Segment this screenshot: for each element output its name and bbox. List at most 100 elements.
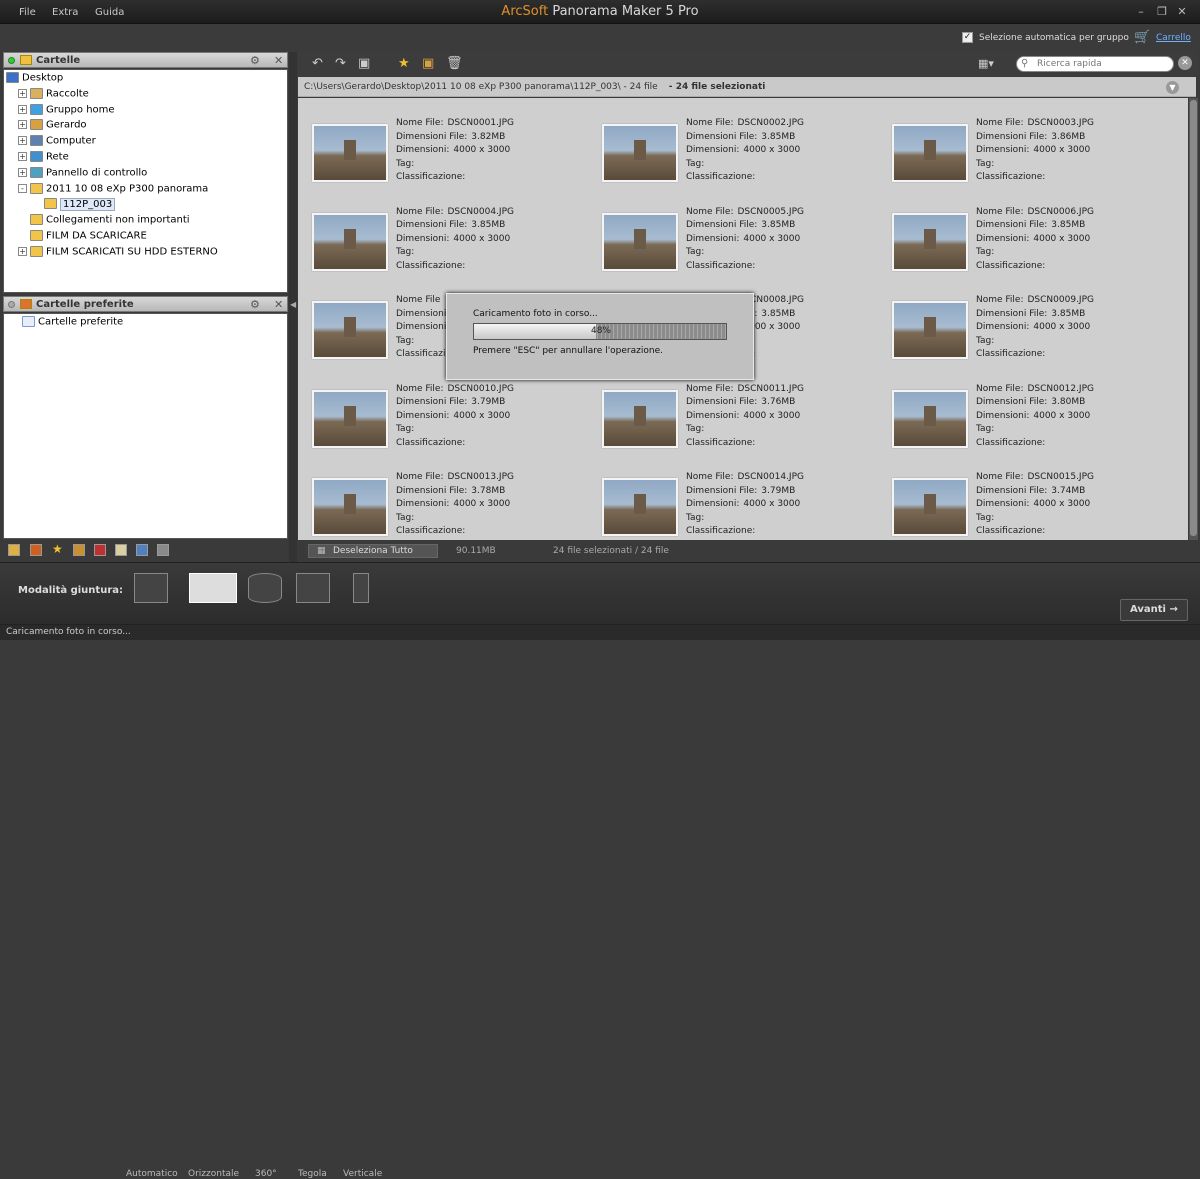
close-panel-icon[interactable]: ✕ <box>274 298 283 311</box>
flag-icon[interactable] <box>94 544 106 556</box>
file-card[interactable]: Nome File: DSCN0004.JPG Dimensioni File: 3.… <box>298 195 583 279</box>
file-card[interactable]: Nome File: DSCN0013.JPG Dimensioni File: 3.… <box>298 460 583 540</box>
clear-search-icon[interactable]: ✕ <box>1178 56 1192 70</box>
close-panel-icon[interactable]: ✕ <box>274 54 283 67</box>
file-card[interactable]: Nome File: DSCN0006.JPG Dimensioni File: 3.… <box>878 195 1163 279</box>
expand-icon[interactable]: + <box>18 246 27 256</box>
cart-icon[interactable]: 🛒 <box>1134 30 1150 45</box>
expand-icon[interactable]: + <box>18 152 27 161</box>
photo-thumbnail[interactable] <box>602 212 678 271</box>
tree-item[interactable]: FILM DA SCARICARE <box>18 230 147 245</box>
photo-thumbnail[interactable] <box>312 124 388 182</box>
file-card[interactable]: Nome File: DSCN0001.JPG Dimensioni File: 3.… <box>298 106 583 190</box>
photo-thumbnail[interactable] <box>312 212 388 271</box>
file-card[interactable]: Nome File: DSCN0009.JPG Dimensioni File: 3.… <box>878 283 1163 367</box>
file-dimensions: Dimensioni:4000 x 3000 <box>976 499 1090 509</box>
photo-thumbnail[interactable] <box>602 124 678 182</box>
field-label: Dimensioni: <box>686 499 740 509</box>
photo-thumbnail[interactable] <box>602 389 678 448</box>
file-card[interactable]: Nome File: DSCN0012.JPG Dimensioni File: 3.… <box>878 372 1163 456</box>
chevron-down-icon[interactable]: ▼ <box>1166 81 1179 94</box>
image-menu-icon[interactable]: ▣ <box>358 56 370 71</box>
collapse-arrow-icon[interactable]: ◀ <box>290 300 296 309</box>
restore-icon[interactable]: ❐ <box>1154 5 1170 18</box>
auto-select-checkbox[interactable]: ✓ <box>962 32 973 43</box>
file-card[interactable]: Nome File: DSCN0011.JPG Dimensioni File: 3.… <box>588 372 873 456</box>
field-label: Nome File: <box>686 118 734 128</box>
auto-select-label: Selezione automatica per gruppo <box>979 33 1129 43</box>
photo-thumbnail[interactable] <box>892 124 968 182</box>
tree-item[interactable]: + Pannello di controllo <box>18 166 147 182</box>
expand-icon[interactable]: + <box>18 104 27 114</box>
tree-item[interactable]: 112P_003 <box>32 197 116 213</box>
mode-verticale[interactable] <box>336 571 386 605</box>
file-card[interactable]: Nome File: DSCN0003.JPG Dimensioni File: 3.… <box>878 106 1163 190</box>
photo-thumbnail[interactable] <box>312 389 388 448</box>
collapse-icon[interactable]: - <box>18 183 27 193</box>
file-card[interactable]: Nome File: DSCN0015.JPG Dimensioni File: 3.… <box>878 460 1163 540</box>
field-value: 3.80MB <box>1051 397 1086 407</box>
photo-thumbnail[interactable] <box>312 478 388 536</box>
photo-thumbnail[interactable] <box>892 478 968 536</box>
star-icon[interactable]: ★ <box>52 542 64 556</box>
folder-icon <box>20 55 32 65</box>
scrollbar-thumb[interactable] <box>1190 100 1197 536</box>
calendar-icon[interactable] <box>115 544 127 556</box>
field-label: Dimensioni File: <box>976 131 1048 142</box>
expand-icon[interactable]: + <box>18 167 27 177</box>
close-icon[interactable]: ✕ <box>1174 5 1190 18</box>
trash-icon[interactable]: 🗑 <box>446 56 463 71</box>
minimize-icon[interactable]: – <box>1133 5 1149 18</box>
grid-scrollbar[interactable] <box>1189 98 1198 540</box>
search-input[interactable] <box>1037 58 1167 70</box>
mode-tegola[interactable] <box>288 571 338 605</box>
field-value: 3.74MB <box>1051 485 1086 496</box>
gear-icon[interactable]: ⚙ <box>250 298 260 311</box>
lock-icon[interactable]: ▣ <box>422 56 434 71</box>
photo-thumbnail[interactable] <box>312 301 388 359</box>
star-icon[interactable]: ★ <box>398 56 410 71</box>
file-card[interactable]: Nome File: DSCN0010.JPG Dimensioni File: 3.… <box>298 372 583 456</box>
expand-icon[interactable]: + <box>18 88 27 98</box>
mode-orizzontale[interactable] <box>186 571 240 605</box>
tree-item[interactable]: - 2011 10 08 eXp P300 panorama <box>18 182 208 198</box>
favorite-folder-icon[interactable] <box>30 544 42 556</box>
file-card[interactable]: Nome File: DSCN0014.JPG Dimensioni File: 3.… <box>588 460 873 540</box>
folder-icon[interactable] <box>8 544 20 556</box>
field-label: Dimensioni File: <box>396 220 468 230</box>
panel-splitter[interactable]: ◀ <box>289 52 297 562</box>
mode-360[interactable] <box>240 571 290 605</box>
rotate-right-icon[interactable]: ↷ <box>335 56 346 71</box>
tree-item[interactable]: + Gerardo <box>18 119 87 134</box>
tree-item[interactable]: Desktop <box>6 72 63 87</box>
tree-item[interactable]: + Gruppo home <box>18 103 115 119</box>
photo-thumbnail[interactable] <box>892 212 968 271</box>
camera-icon[interactable] <box>136 544 148 556</box>
tree-item[interactable]: + Computer <box>18 135 96 150</box>
view-mode-icon[interactable]: ▦▾ <box>978 57 994 70</box>
lock-icon[interactable] <box>73 544 85 556</box>
tree-item[interactable]: + Rete <box>18 151 69 166</box>
mode-automatico[interactable] <box>126 571 176 605</box>
photo-thumbnail[interactable] <box>892 389 968 448</box>
photo-thumbnail[interactable] <box>602 478 678 536</box>
gear-icon[interactable]: ⚙ <box>250 54 260 67</box>
expand-icon[interactable]: + <box>18 136 27 146</box>
tree-item[interactable]: Collegamenti non importanti <box>18 214 190 229</box>
expand-icon[interactable]: + <box>18 120 27 130</box>
next-button[interactable]: Avanti → <box>1120 599 1188 621</box>
photo-thumbnail[interactable] <box>892 301 968 359</box>
field-label: Dimensioni: <box>976 410 1030 421</box>
rotate-left-icon[interactable]: ↶ <box>312 56 323 71</box>
file-card[interactable]: Nome File: DSCN0005.JPG Dimensioni File: 3.… <box>588 195 873 279</box>
next-button-label: Avanti <box>1130 604 1166 615</box>
field-value: 3.85MB <box>471 220 506 230</box>
cart-link[interactable]: Carrello <box>1156 33 1191 43</box>
tree-item-favorites[interactable]: Cartelle preferite <box>22 316 123 331</box>
deselect-all-button[interactable]: ▦ Deseleziona Tutto <box>308 544 438 558</box>
tree-item[interactable]: + FILM SCARICATI SU HDD ESTERNO <box>18 245 218 261</box>
tree-item[interactable]: + Raccolte <box>18 87 89 103</box>
grid-icon[interactable] <box>157 544 169 556</box>
file-card[interactable]: Nome File: DSCN0002.JPG Dimensioni File: 3.… <box>588 106 873 190</box>
file-rating: Classificazione: <box>976 261 1045 271</box>
